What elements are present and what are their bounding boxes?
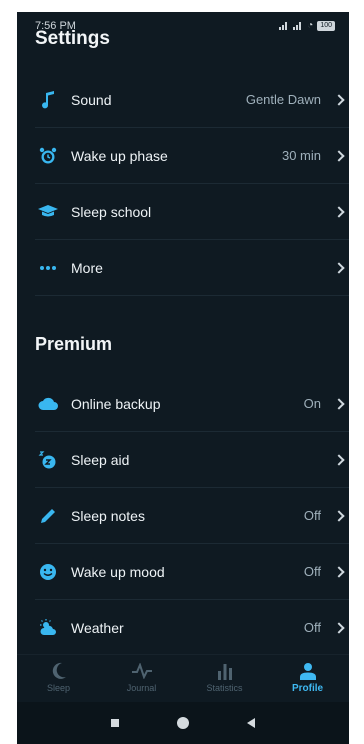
settings-row-wake-up-phase[interactable]: Wake up phase 30 min bbox=[35, 128, 349, 184]
pulse-icon bbox=[131, 661, 153, 681]
moon-icon bbox=[51, 661, 67, 681]
chevron-right-icon bbox=[333, 397, 345, 410]
chevron-right-icon bbox=[333, 93, 345, 106]
signal-icon bbox=[293, 21, 303, 30]
row-label: Weather bbox=[71, 619, 124, 636]
premium-row-wake-up-mood[interactable]: Wake up mood Off bbox=[35, 544, 349, 600]
row-label: Sleep notes bbox=[71, 507, 145, 524]
row-value: 30 min bbox=[281, 148, 321, 163]
home-button[interactable] bbox=[177, 717, 189, 729]
weather-icon bbox=[37, 617, 59, 639]
settings-row-sleep-school[interactable]: Sleep school bbox=[35, 184, 349, 240]
row-label: Wake up mood bbox=[71, 563, 165, 580]
smiley-icon bbox=[37, 561, 59, 583]
tab-label: Statistics bbox=[206, 683, 243, 693]
tab-label: Profile bbox=[291, 683, 324, 694]
row-label: Sleep aid bbox=[71, 451, 130, 468]
bar-chart-icon bbox=[217, 661, 233, 681]
cloud-icon bbox=[37, 393, 59, 415]
row-value: Gentle Dawn bbox=[245, 92, 321, 107]
graduation-cap-icon bbox=[37, 201, 59, 223]
row-label: Sound bbox=[71, 91, 112, 108]
back-button[interactable] bbox=[247, 718, 255, 728]
page-title: Settings bbox=[35, 28, 110, 49]
tab-profile[interactable]: Profile bbox=[278, 655, 338, 694]
row-value: Off bbox=[303, 620, 321, 635]
wifi-icon: ◔ bbox=[307, 20, 314, 31]
premium-row-online-backup[interactable]: Online backup On bbox=[35, 376, 349, 432]
tab-journal[interactable]: Journal bbox=[112, 655, 172, 693]
tab-sleep[interactable]: Sleep bbox=[29, 655, 89, 693]
row-label: More bbox=[71, 259, 103, 276]
chevron-right-icon bbox=[333, 509, 345, 522]
tab-statistics[interactable]: Statistics bbox=[195, 655, 255, 693]
chevron-right-icon bbox=[333, 453, 345, 466]
bottom-navigation: Sleep Journal Statistics Profile bbox=[17, 654, 349, 701]
chevron-right-icon bbox=[333, 261, 345, 274]
row-value: On bbox=[303, 396, 321, 411]
section-title-premium: Premium bbox=[35, 334, 113, 354]
alarm-clock-icon bbox=[37, 145, 59, 167]
chevron-right-icon bbox=[333, 621, 345, 634]
person-icon bbox=[299, 661, 316, 681]
music-note-icon bbox=[37, 89, 59, 111]
square-icon bbox=[111, 719, 119, 727]
back-triangle-icon bbox=[247, 718, 255, 728]
chevron-right-icon bbox=[333, 149, 345, 162]
recents-button[interactable] bbox=[111, 719, 119, 727]
row-label: Wake up phase bbox=[71, 147, 168, 164]
settings-row-sound[interactable]: Sound Gentle Dawn bbox=[35, 72, 349, 128]
battery-icon: 100 bbox=[317, 20, 335, 31]
premium-row-weather[interactable]: Weather Off bbox=[35, 600, 349, 655]
circle-icon bbox=[177, 717, 189, 729]
settings-row-more[interactable]: More bbox=[35, 240, 349, 296]
tab-label: Sleep bbox=[46, 683, 71, 693]
tab-label: Journal bbox=[126, 683, 157, 693]
chevron-right-icon bbox=[333, 565, 345, 578]
more-dots-icon bbox=[37, 257, 59, 279]
system-navigation-bar bbox=[17, 702, 349, 744]
premium-row-sleep-aid[interactable]: Sleep aid bbox=[35, 432, 349, 488]
pencil-icon bbox=[37, 505, 59, 527]
row-value: Off bbox=[303, 508, 321, 523]
row-value: Off bbox=[303, 564, 321, 579]
sleep-aid-icon bbox=[37, 449, 59, 471]
premium-row-sleep-notes[interactable]: Sleep notes Off bbox=[35, 488, 349, 544]
row-label: Online backup bbox=[71, 395, 161, 412]
chevron-right-icon bbox=[333, 205, 345, 218]
signal-icon bbox=[279, 21, 289, 30]
row-label: Sleep school bbox=[71, 203, 152, 220]
app-screen: 7:56 PM ◔ 100 Settings Sound Gentle Dawn… bbox=[17, 12, 349, 744]
status-icons: ◔ 100 bbox=[279, 20, 335, 31]
